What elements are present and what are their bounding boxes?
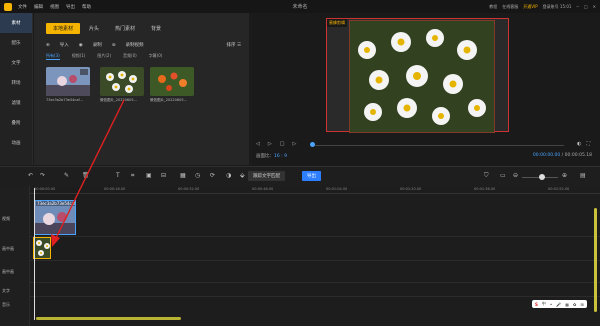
vertical-scrollbar[interactable]: [594, 208, 597, 312]
ime-keyboard-icon: ▦: [565, 301, 570, 307]
ime-skin-icon: ✿: [573, 301, 577, 307]
drag-arrow-annotation: [51, 99, 125, 247]
ime-mic-icon: 🎤: [556, 301, 562, 307]
ime-grid-icon: ⊞: [580, 301, 584, 307]
ime-punct-icon: •: [549, 301, 553, 307]
ime-logo-icon: S: [535, 301, 538, 307]
ime-toolbar[interactable]: S 中 • 🎤 ▦ ✿ ⊞: [532, 300, 587, 308]
horizontal-scrollbar[interactable]: [36, 317, 181, 320]
ime-mode-label: 中: [541, 301, 546, 306]
